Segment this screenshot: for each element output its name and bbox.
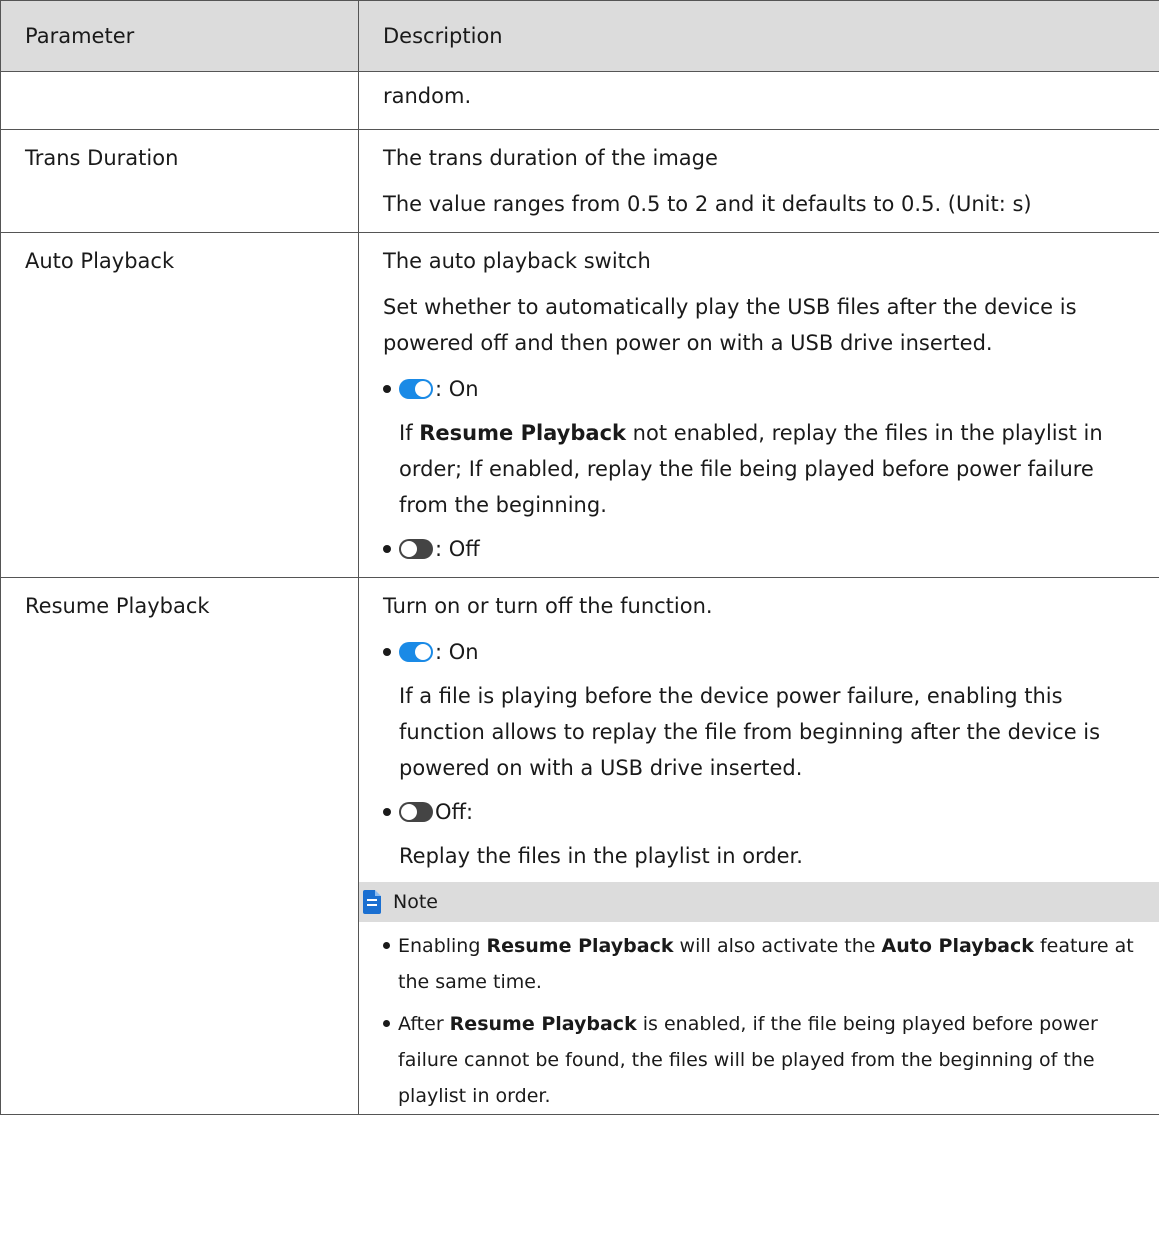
parameter-table: Parameter Description random. Trans Dura…: [0, 0, 1159, 1115]
list-item: : On: [383, 371, 1145, 407]
parameter-cell: Trans Duration: [0, 129, 359, 233]
toggle-off-icon: [399, 539, 433, 559]
table-row: Auto Playback The auto playback switch S…: [0, 232, 1159, 578]
table-header-row: Parameter Description: [0, 0, 1159, 72]
note-item: After Resume Playback is enabled, if the…: [383, 1006, 1145, 1114]
note-icon: [363, 890, 381, 914]
description-text: Turn on or turn off the function.: [383, 594, 713, 618]
toggle-on-label: : On: [435, 377, 479, 401]
list-item-description: Replay the files in the playlist in orde…: [399, 844, 803, 868]
description-text: The auto playback switch: [383, 249, 651, 273]
description-cell: The auto playback switch Set whether to …: [358, 232, 1159, 578]
parameter-cell: [0, 71, 359, 130]
column-header-description: Description: [358, 0, 1159, 72]
parameter-cell: Resume Playback: [0, 577, 359, 1115]
description-cell: The trans duration of the image The valu…: [358, 129, 1159, 233]
toggle-on-label: : On: [435, 640, 479, 664]
list-item: : Off: [383, 531, 1145, 567]
parameter-cell: Auto Playback: [0, 232, 359, 578]
toggle-on-icon: [399, 379, 433, 399]
list-item-description: If a file is playing before the device p…: [399, 684, 1101, 780]
toggle-off-label: : Off: [435, 537, 480, 561]
bullet-icon: [383, 385, 391, 393]
note-text: Enabling Resume Playback will also activ…: [398, 935, 1134, 993]
bullet-icon: [383, 1020, 390, 1027]
description-text: The value ranges from 0.5 to 2 and it de…: [383, 192, 1032, 216]
column-header-parameter: Parameter: [0, 0, 359, 72]
list-item-description: If Resume Playback not enabled, replay t…: [399, 421, 1103, 517]
description-text: The trans duration of the image: [383, 146, 718, 170]
description-text: Set whether to automatically play the US…: [383, 295, 1077, 355]
bullet-icon: [383, 808, 391, 816]
description-cell: random.: [358, 71, 1159, 130]
table-row: Resume Playback Turn on or turn off the …: [0, 577, 1159, 1115]
table-row: random.: [0, 71, 1159, 130]
toggle-on-icon: [399, 642, 433, 662]
list-item: : On: [383, 634, 1145, 670]
bullet-icon: [383, 942, 390, 949]
list-item: Off:: [383, 794, 1145, 830]
bullet-icon: [383, 648, 391, 656]
note-header: Note: [359, 882, 1159, 922]
toggle-off-icon: [399, 802, 433, 822]
table-row: Trans Duration The trans duration of the…: [0, 129, 1159, 233]
note-label: Note: [393, 891, 438, 913]
bullet-icon: [383, 545, 391, 553]
description-text: random.: [383, 84, 472, 108]
note-text: After Resume Playback is enabled, if the…: [398, 1013, 1098, 1107]
note-item: Enabling Resume Playback will also activ…: [383, 928, 1145, 1000]
description-cell: Turn on or turn off the function. : On I…: [358, 577, 1159, 1115]
toggle-off-label: Off:: [435, 800, 474, 824]
